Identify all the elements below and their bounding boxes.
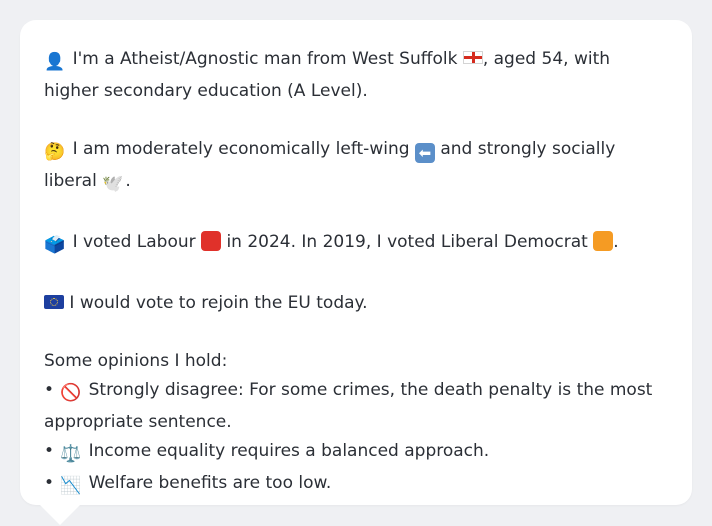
orange-square-icon: [593, 231, 614, 251]
opinions-heading: Some opinions I hold:: [44, 351, 228, 371]
bullet: •: [44, 380, 55, 400]
opinion-text: Income equality requires a balanced appr…: [88, 441, 490, 461]
politics-text-period: .: [125, 171, 131, 191]
left-arrow-icon: ⬅: [414, 143, 435, 163]
chart-decreasing-icon: 📉: [60, 476, 82, 496]
vote-text-period: .: [613, 232, 619, 252]
eu-flag-icon: [44, 295, 64, 309]
profile-card: 👤 I'm a Atheist/Agnostic man from West S…: [20, 20, 692, 505]
eu-text: I would vote to rejoin the EU today.: [69, 293, 368, 313]
bullet: •: [44, 441, 55, 461]
thinking-face-icon: 🤔: [44, 142, 66, 162]
opinion-text: Welfare benefits are too low.: [88, 473, 332, 493]
balance-scale-icon: ⚖️: [60, 444, 82, 464]
england-flag-icon: [462, 51, 483, 64]
prohibited-icon: 🚫: [60, 383, 82, 403]
red-square-icon: [201, 231, 222, 251]
opinion-item: • 📉 Welfare benefits are too low.: [44, 469, 668, 501]
politics-text-economic: I am moderately economically left-wing: [72, 139, 410, 159]
politics-line: 🤔 I am moderately economically left-wing…: [44, 135, 668, 199]
person-silhouette-icon: 👤: [44, 52, 66, 72]
opinion-item: • ⚖️ Income equality requires a balanced …: [44, 437, 668, 469]
ballot-box-icon: 🗳️: [44, 235, 66, 255]
vote-text-libdem: in 2024. In 2019, I voted Liberal Democr…: [226, 232, 588, 252]
speech-bubble-tail: [40, 505, 80, 525]
eu-line: I would vote to rejoin the EU today.: [44, 289, 668, 318]
opinion-text: Strongly disagree: For some crimes, the …: [44, 380, 653, 432]
dove-icon: 🕊️: [102, 174, 124, 194]
bullet: •: [44, 473, 55, 493]
identity-line: 👤 I'm a Atheist/Agnostic man from West S…: [44, 45, 668, 106]
vote-text-labour: I voted Labour: [72, 232, 196, 252]
vote-line: 🗳️ I voted Labour in 2024. In 2019, I vo…: [44, 228, 668, 260]
identity-text-start: I'm a Atheist/Agnostic man from West Suf…: [72, 49, 458, 69]
opinion-item: • 🚫 Strongly disagree: For some crimes, t…: [44, 376, 668, 437]
